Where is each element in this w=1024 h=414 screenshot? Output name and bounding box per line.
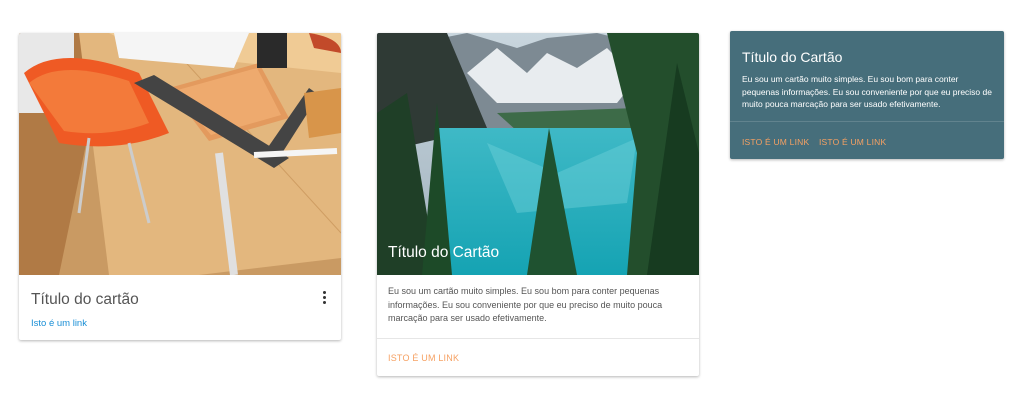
card-image-landscape	[377, 33, 699, 275]
card-action-link[interactable]: ISTO É UM LINK	[388, 353, 459, 363]
card-image-desk	[19, 33, 341, 275]
card-text: Eu sou um cartão muito simples. Eu sou b…	[388, 286, 663, 323]
card-image-title: Título do Cartão	[388, 244, 500, 261]
card-divider	[730, 121, 1004, 122]
card-divider	[377, 338, 699, 339]
card-action-link-2[interactable]: ISTO É UM LINK	[819, 137, 886, 147]
card-link[interactable]: Isto é um link	[31, 318, 87, 329]
card-text: Eu sou um cartão muito simples. Eu sou b…	[742, 74, 992, 109]
card-colored: Título do Cartão Eu sou um cartão muito …	[730, 31, 1004, 159]
card-action-link-1[interactable]: ISTO É UM LINK	[742, 137, 809, 147]
card-image-lake: Título do Cartão Eu sou um cartão muito …	[377, 33, 699, 376]
card-title: Título do cartão	[31, 291, 139, 308]
more-vertical-icon[interactable]	[319, 289, 329, 305]
card-title: Título do Cartão	[742, 49, 843, 65]
card-image-basic: Título do cartão Isto é um link	[19, 33, 341, 340]
